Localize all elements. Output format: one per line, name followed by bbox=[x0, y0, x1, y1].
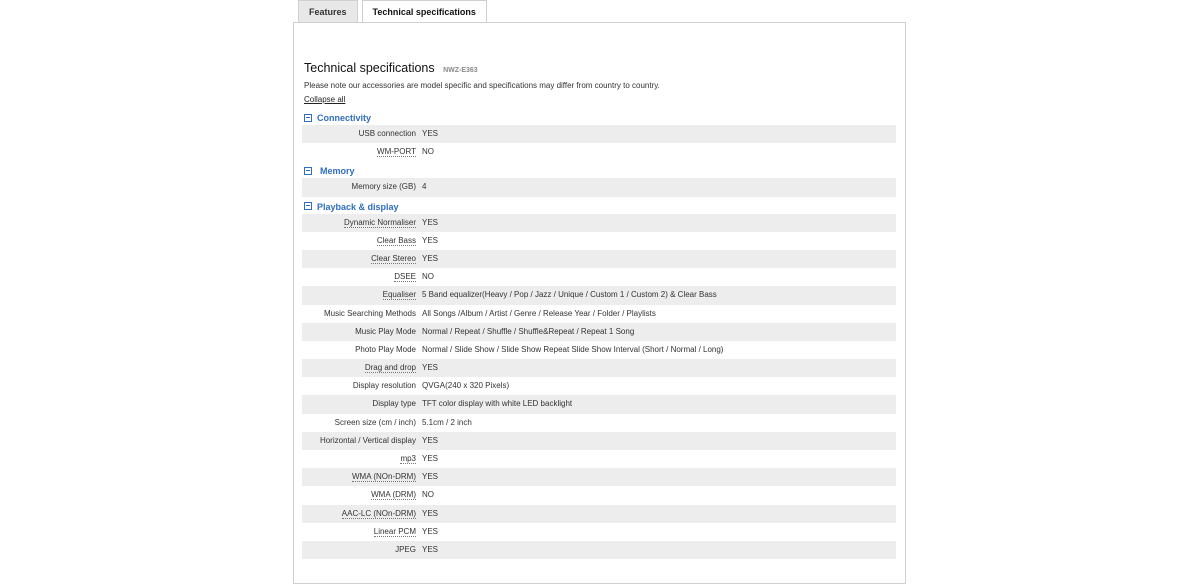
spec-label[interactable]: AAC-LC (NOn-DRM) bbox=[302, 505, 422, 523]
spec-value: YES bbox=[422, 508, 439, 518]
spec-label[interactable]: DSEE bbox=[302, 268, 422, 286]
spec-row: Linear PCM YES bbox=[302, 523, 896, 541]
spec-value: Normal / Slide Show / Slide Show Repeat … bbox=[422, 344, 724, 354]
spec-label[interactable]: WM-PORT bbox=[302, 143, 422, 161]
spec-row: Horizontal / Vertical display YES bbox=[302, 431, 896, 450]
tab-bar: Features Technical specifications bbox=[298, 0, 491, 24]
spec-label: Display type bbox=[372, 399, 416, 409]
section-title: Memory bbox=[320, 166, 355, 177]
spec-value: YES bbox=[422, 454, 439, 463]
spec-value: YES bbox=[422, 363, 439, 373]
model-number: NWZ-E363 bbox=[443, 67, 478, 74]
spec-label[interactable]: WMA (NOn-DRM) bbox=[302, 468, 422, 486]
spec-value: 5.1cm / 2 inch bbox=[422, 417, 472, 427]
spec-row: WMA (NOn-DRM) YES bbox=[302, 468, 896, 487]
spec-label[interactable]: Clear Stereo bbox=[302, 250, 422, 268]
spec-row: WM-PORT NO bbox=[302, 143, 896, 161]
collapse-all-link[interactable]: Collapse all bbox=[304, 95, 345, 104]
spec-label[interactable]: WMA (DRM) bbox=[302, 486, 422, 504]
spec-value: NO bbox=[422, 490, 434, 500]
spec-row: Dynamic Normaliser YES bbox=[302, 213, 896, 232]
spec-value: YES bbox=[422, 217, 439, 227]
spec-value: YES bbox=[422, 235, 439, 245]
spec-value: YES bbox=[422, 253, 439, 263]
spec-value: 5 Band equalizer(Heavy / Pop / Jazz / Un… bbox=[422, 290, 717, 300]
spec-label[interactable]: Linear PCM bbox=[302, 523, 422, 541]
spec-row: Music Play Mode Normal / Repeat / Shuffl… bbox=[302, 322, 896, 341]
spec-label[interactable]: Clear Bass bbox=[302, 232, 422, 250]
spec-row: mp3 YES bbox=[302, 450, 896, 468]
spec-label: Horizontal / Vertical display bbox=[319, 435, 416, 445]
disclaimer-note: Please note our accessories are model sp… bbox=[304, 81, 660, 90]
spec-row: USB connection YES bbox=[302, 125, 896, 144]
section-title: Connectivity bbox=[317, 113, 372, 123]
spec-value: NO bbox=[422, 147, 434, 157]
spec-row: Equaliser 5 Band equalizer(Heavy / Pop /… bbox=[302, 286, 896, 305]
spec-row: AAC-LC (NOn-DRM) YES bbox=[302, 504, 896, 523]
section-title: Playback & display bbox=[317, 201, 399, 212]
spec-label: Screen size (cm / inch) bbox=[334, 417, 416, 427]
spec-row: Clear Bass YES bbox=[302, 232, 896, 250]
spec-row: WMA (DRM) NO bbox=[302, 486, 896, 504]
spec-value: YES bbox=[422, 526, 439, 536]
spec-row: Screen size (cm / inch) 5.1cm / 2 inch bbox=[302, 414, 896, 432]
spec-row: Display resolution QVGA(240 x 320 Pixels… bbox=[302, 377, 896, 395]
spec-label[interactable]: mp3 bbox=[302, 450, 422, 468]
spec-value: YES bbox=[422, 435, 439, 445]
specs-panel: Technical specifications NWZ-E363 Please… bbox=[293, 22, 906, 584]
spec-row: Drag and drop YES bbox=[302, 359, 896, 378]
tab-features[interactable]: Features bbox=[298, 0, 358, 23]
spec-row: JPEG YES bbox=[302, 540, 896, 560]
spec-value: YES bbox=[422, 472, 439, 482]
spec-label: Photo Play Mode bbox=[355, 344, 416, 354]
spec-value: Normal / Repeat / Shuffle / Shuffle&Repe… bbox=[422, 326, 635, 336]
spec-value: YES bbox=[422, 544, 439, 554]
tab-technical-specifications[interactable]: Technical specifications bbox=[361, 0, 487, 24]
section-header-connectivity[interactable]: Connectivity bbox=[302, 112, 896, 125]
section-header-playback-display[interactable]: Playback & display bbox=[302, 201, 896, 214]
spec-label: Display resolution bbox=[352, 381, 416, 391]
spec-value: YES bbox=[422, 129, 439, 138]
spec-label: Memory size (GB) bbox=[351, 182, 416, 192]
spec-label: Music Searching Methods bbox=[323, 308, 416, 318]
section-header-memory[interactable]: Memory bbox=[302, 165, 896, 178]
spec-label: JPEG bbox=[395, 544, 416, 554]
spec-row: Photo Play Mode Normal / Slide Show / Sl… bbox=[302, 341, 896, 359]
spec-value: 4 bbox=[422, 182, 427, 192]
spec-value: QVGA(240 x 320 Pixels) bbox=[422, 381, 510, 391]
spec-value: NO bbox=[422, 272, 434, 282]
spec-label: USB connection bbox=[358, 129, 416, 138]
page-title: Technical specifications bbox=[304, 61, 435, 75]
spec-label: Music Play Mode bbox=[355, 326, 416, 336]
spec-value: All Songs /Album / Artist / Genre / Rele… bbox=[422, 308, 656, 318]
spec-row: DSEE NO bbox=[302, 268, 896, 286]
page-heading: Technical specifications NWZ-E363 bbox=[304, 59, 478, 77]
spec-label[interactable]: Dynamic Normaliser bbox=[302, 214, 422, 232]
spec-value: TFT color display with white LED backlig… bbox=[422, 399, 573, 409]
collapse-icon[interactable] bbox=[304, 202, 312, 211]
spec-label[interactable]: Equaliser bbox=[302, 286, 422, 304]
spec-label[interactable]: Drag and drop bbox=[302, 359, 422, 377]
collapse-icon[interactable] bbox=[304, 167, 312, 175]
spec-table: Connectivity USB connection YES WM-PORT … bbox=[302, 112, 896, 560]
spec-row: Display type TFT color display with whit… bbox=[302, 395, 896, 414]
spec-row: Memory size (GB) 4 bbox=[302, 178, 896, 197]
collapse-icon[interactable] bbox=[304, 113, 312, 122]
spec-row: Music Searching Methods All Songs /Album… bbox=[302, 305, 896, 323]
spec-row: Clear Stereo YES bbox=[302, 249, 896, 269]
